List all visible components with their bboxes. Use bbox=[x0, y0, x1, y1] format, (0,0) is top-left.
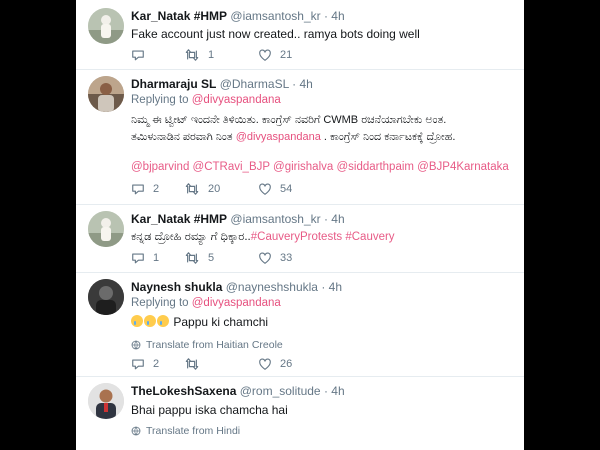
avatar[interactable] bbox=[88, 8, 124, 44]
translate-label: Translate from Hindi bbox=[146, 425, 241, 437]
display-name[interactable]: Kar_Natak #HMP bbox=[131, 212, 227, 226]
tweet[interactable]: Kar_Natak #HMP @iamsantosh_kr · 4h ಕನ್ನಡ… bbox=[76, 205, 524, 273]
timestamp[interactable]: · 4h bbox=[324, 9, 345, 23]
translate-link[interactable]: Translate from Hindi bbox=[131, 425, 516, 437]
tweet-text-line: ನಿಮ್ಮ ಈ ಟ್ವೀಟ್ ಇಂದನೇ ತಿಳಿಯಿತು. ಕಾಂಗ್ರೆಸ್… bbox=[131, 114, 447, 126]
tweet-actions: 1 5 33 bbox=[131, 251, 431, 267]
reply-count: 1 bbox=[153, 252, 160, 264]
handle[interactable]: @rom_solitude bbox=[240, 384, 321, 398]
tweet[interactable]: TheLokeshSaxena @rom_solitude · 4h Bhai … bbox=[76, 377, 524, 450]
reply-icon bbox=[131, 182, 145, 196]
reply-icon bbox=[131, 48, 145, 62]
tweet-header: TheLokeshSaxena @rom_solitude · 4h bbox=[131, 383, 516, 399]
retweet-icon bbox=[184, 251, 200, 265]
timestamp[interactable]: · 4h bbox=[292, 77, 313, 91]
tweet-text: ಕನ್ನಡ ದ್ರೋಹಿ ರಮ್ಯಾ ಗೆ ಧಿಕ್ಕಾರ..#CauveryP… bbox=[131, 229, 516, 246]
tweet-text: Pappu ki chamchi bbox=[131, 314, 516, 331]
avatar[interactable] bbox=[88, 211, 124, 247]
tweet-text: Fake account just now created.. ramya bo… bbox=[131, 27, 420, 41]
replying-to-label: Replying to bbox=[131, 94, 189, 106]
timestamp[interactable]: · 4h bbox=[324, 384, 345, 398]
tweet-header: Dharmaraju SL @DharmaSL · 4h bbox=[131, 76, 516, 92]
heart-icon bbox=[258, 251, 272, 265]
globe-icon bbox=[131, 426, 141, 436]
replying-to-label: Replying to bbox=[131, 297, 189, 309]
tweet-text: Bhai pappu iska chamcha hai bbox=[131, 403, 288, 417]
like-count: 54 bbox=[280, 183, 293, 195]
retweet-icon bbox=[184, 48, 200, 62]
tweet-text-part: . ಕಾಂಗ್ರೆಸ್ ನಿಂದ ಕರ್ನಾಟಕಕ್ಕೆ ದ್ರೋಹ. bbox=[323, 131, 456, 143]
heart-icon bbox=[258, 357, 272, 371]
reply-button[interactable]: 1 bbox=[131, 251, 159, 265]
mention-tags[interactable]: @bjparvind @CTRavi_BJP @girishalva @sidd… bbox=[131, 159, 516, 176]
retweet-button[interactable]: 1 bbox=[184, 48, 214, 62]
reply-count: 2 bbox=[153, 183, 160, 195]
globe-icon bbox=[131, 340, 141, 350]
display-name[interactable]: TheLokeshSaxena bbox=[131, 384, 236, 398]
replying-to: Replying to @divyaspandana bbox=[131, 295, 516, 311]
tweet-header: Kar_Natak #HMP @iamsantosh_kr · 4h bbox=[131, 211, 516, 227]
like-button[interactable]: 54 bbox=[258, 182, 292, 196]
retweet-count: 20 bbox=[208, 183, 221, 195]
replying-to-link[interactable]: @divyaspandana bbox=[192, 94, 281, 106]
mention-link[interactable]: @divyaspandana bbox=[236, 131, 321, 143]
like-count: 33 bbox=[280, 252, 293, 264]
avatar[interactable] bbox=[88, 76, 124, 112]
translate-link[interactable]: Translate from Haitian Creole bbox=[131, 339, 516, 351]
replying-to: Replying to @divyaspandana bbox=[131, 92, 516, 108]
tweet-header: Kar_Natak #HMP @iamsantosh_kr · 4h bbox=[131, 8, 516, 24]
like-button[interactable]: 21 bbox=[258, 48, 292, 62]
avatar[interactable] bbox=[88, 383, 124, 419]
timestamp[interactable]: · 4h bbox=[324, 212, 345, 226]
display-name[interactable]: Kar_Natak #HMP bbox=[131, 9, 227, 23]
timestamp[interactable]: · 4h bbox=[321, 280, 342, 294]
retweet-count: 5 bbox=[208, 252, 215, 264]
timeline: Kar_Natak #HMP @iamsantosh_kr · 4h Fake … bbox=[76, 0, 524, 450]
tweet[interactable]: Kar_Natak #HMP @iamsantosh_kr · 4h Fake … bbox=[76, 0, 524, 70]
handle[interactable]: @iamsantosh_kr bbox=[230, 212, 320, 226]
reply-icon bbox=[131, 357, 145, 371]
like-count: 21 bbox=[280, 49, 293, 61]
tweet-header: Naynesh shukla @nayneshshukla · 4h bbox=[131, 279, 516, 295]
tweet-actions: 2 20 54 bbox=[131, 182, 431, 198]
crying-face-emoji bbox=[157, 315, 169, 327]
display-name[interactable]: Dharmaraju SL bbox=[131, 77, 216, 91]
handle[interactable]: @nayneshshukla bbox=[226, 280, 318, 294]
like-count: 26 bbox=[280, 358, 293, 370]
tweet-text-part: ಕನ್ನಡ ದ್ರೋಹಿ ರಮ್ಯಾ ಗೆ ಧಿಕ್ಕಾರ.. bbox=[131, 231, 251, 243]
hashtags[interactable]: #CauveryProtests #Cauvery bbox=[251, 231, 395, 243]
crying-face-emoji bbox=[144, 315, 156, 327]
display-name[interactable]: Naynesh shukla bbox=[131, 280, 222, 294]
handle[interactable]: @iamsantosh_kr bbox=[230, 9, 320, 23]
tweet-actions: 2 26 bbox=[131, 357, 431, 373]
tweet[interactable]: Naynesh shukla @nayneshshukla · 4h Reply… bbox=[76, 273, 524, 377]
tweet[interactable]: Dharmaraju SL @DharmaSL · 4h Replying to… bbox=[76, 70, 524, 205]
like-button[interactable]: 26 bbox=[258, 357, 292, 371]
retweet-count: 1 bbox=[208, 49, 215, 61]
handle[interactable]: @DharmaSL bbox=[220, 77, 289, 91]
retweet-icon bbox=[184, 182, 200, 196]
tweet-text-part: Pappu ki chamchi bbox=[173, 315, 269, 329]
reply-button[interactable]: 2 bbox=[131, 182, 159, 196]
translate-label: Translate from Haitian Creole bbox=[146, 339, 283, 351]
reply-button[interactable]: 2 bbox=[131, 357, 159, 371]
tweet-text-line: ತಮಿಳುನಾಡಿನ ಪರವಾಗಿ ನಿಂತ @divyaspandana . … bbox=[131, 129, 516, 146]
replying-to-link[interactable]: @divyaspandana bbox=[192, 297, 281, 309]
heart-icon bbox=[258, 182, 272, 196]
retweet-button[interactable]: 20 bbox=[184, 182, 220, 196]
reply-button[interactable] bbox=[131, 48, 153, 62]
tweet-text: ನಿಮ್ಮ ಈ ಟ್ವೀಟ್ ಇಂದನೇ ತಿಳಿಯಿತು. ಕಾಂಗ್ರೆಸ್… bbox=[131, 112, 516, 146]
crying-face-emoji bbox=[131, 315, 143, 327]
like-button[interactable]: 33 bbox=[258, 251, 292, 265]
heart-icon bbox=[258, 48, 272, 62]
tweet-text-part: ತಮಿಳುನಾಡಿನ ಪರವಾಗಿ ನಿಂತ bbox=[131, 131, 233, 143]
retweet-icon bbox=[184, 357, 200, 371]
retweet-button[interactable] bbox=[184, 357, 208, 371]
reply-icon bbox=[131, 251, 145, 265]
avatar[interactable] bbox=[88, 279, 124, 315]
retweet-button[interactable]: 5 bbox=[184, 251, 214, 265]
tweet-actions: 1 21 bbox=[131, 48, 431, 64]
reply-count: 2 bbox=[153, 358, 160, 370]
